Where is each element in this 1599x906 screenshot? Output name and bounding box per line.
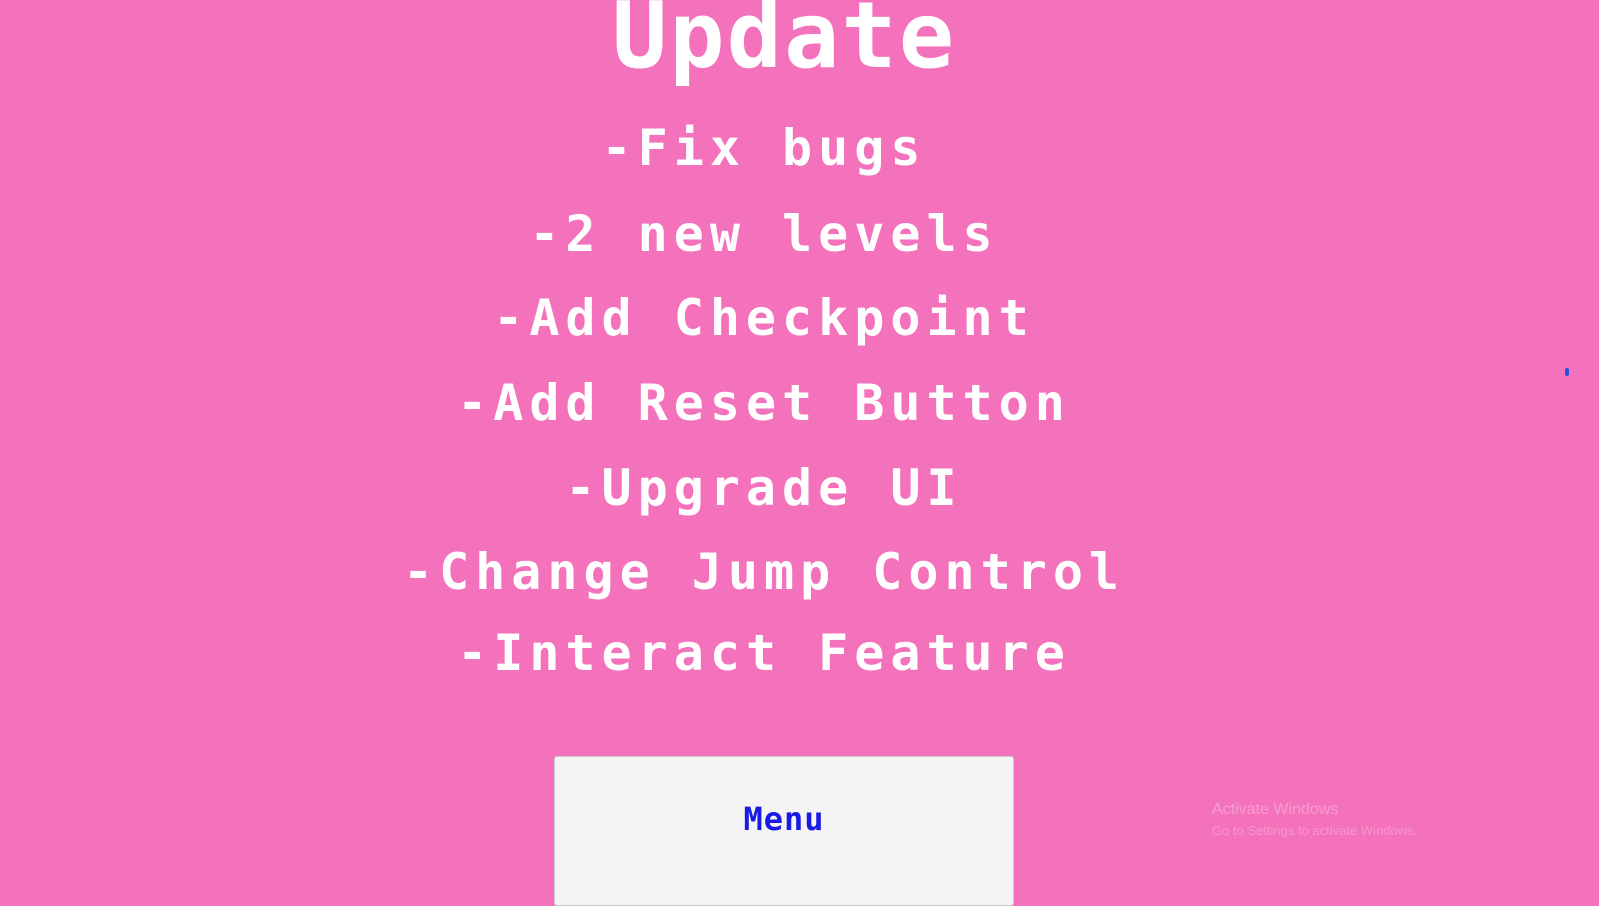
update-item-jump-control: -Change Jump Control	[402, 543, 1126, 601]
update-item-checkpoint: -Add Checkpoint	[493, 289, 1035, 347]
update-title: Update	[611, 0, 957, 89]
update-item-fix-bugs: -Fix bugs	[601, 119, 927, 177]
cursor-marker-icon	[1565, 368, 1569, 376]
update-item-new-levels: -2 new levels	[529, 205, 999, 263]
menu-button[interactable]: Menu	[554, 756, 1014, 906]
menu-button-label: Menu	[743, 800, 825, 838]
update-screen: Update -Fix bugs -2 new levels -Add Chec…	[0, 0, 1599, 906]
activate-windows-subtext: Go to Settings to activate Windows.	[1212, 823, 1418, 838]
update-item-interact-feature: -Interact Feature	[457, 624, 1071, 682]
update-item-upgrade-ui: -Upgrade UI	[565, 459, 963, 517]
activate-windows-watermark: Activate Windows	[1212, 801, 1339, 818]
update-item-reset-button: -Add Reset Button	[457, 374, 1071, 432]
